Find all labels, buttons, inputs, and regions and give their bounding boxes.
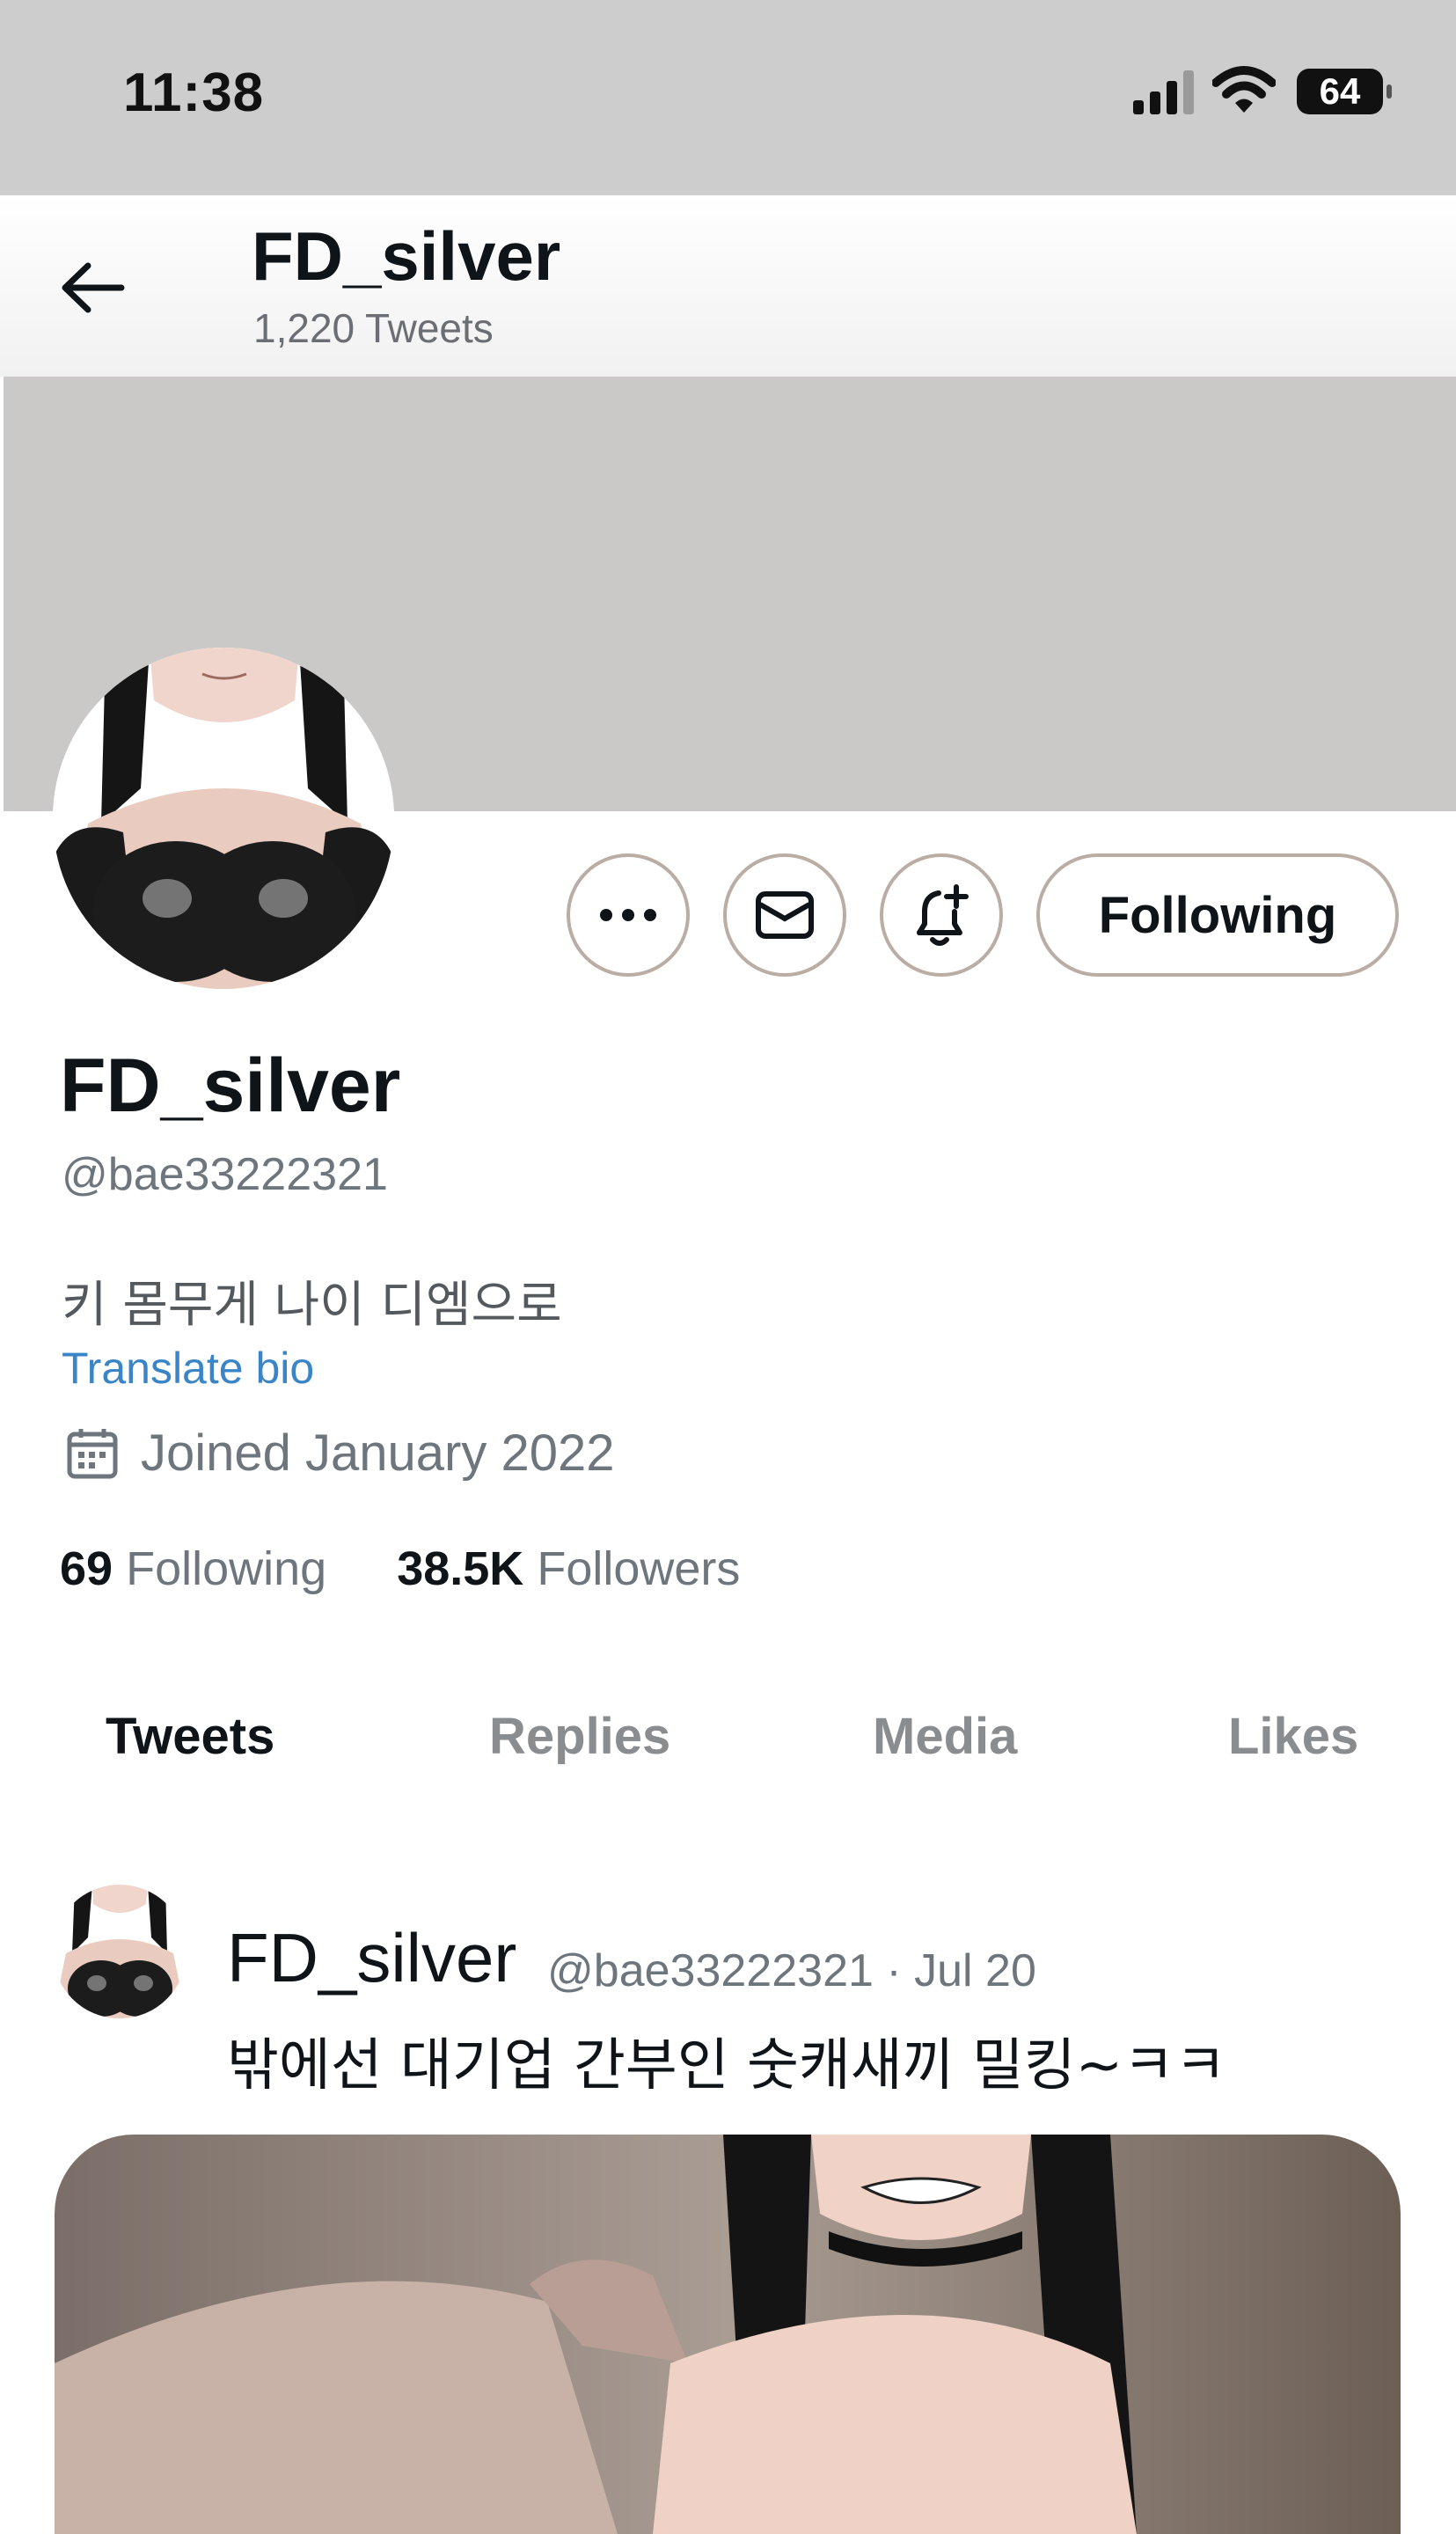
followers-label: Followers — [537, 1542, 741, 1595]
following-label: Following — [126, 1542, 327, 1595]
tab-likes[interactable]: Likes — [1228, 1707, 1358, 1766]
arrow-left-icon[interactable] — [55, 257, 130, 319]
signal-icon — [1133, 70, 1194, 114]
translate-bio-link[interactable]: Translate bio — [62, 1343, 314, 1394]
tweet-media-image[interactable] — [55, 2135, 1401, 2534]
tweet-author-handle: @bae33222321 — [547, 1945, 874, 1996]
calendar-icon — [67, 1429, 118, 1479]
tweet-avatar[interactable] — [53, 1885, 187, 2018]
battery-level: 64 — [1319, 70, 1361, 112]
following-count: 69 — [60, 1542, 113, 1595]
followers-count: 38.5K — [397, 1542, 524, 1595]
profile-handle: @bae33222321 — [62, 1149, 388, 1200]
avatar-illustration — [53, 648, 394, 989]
following-count-link[interactable]: 69 Following — [60, 1542, 326, 1595]
joined-date: Joined January 2022 — [141, 1424, 615, 1482]
tweet-author-name[interactable]: FD_silver — [227, 1918, 516, 1998]
tab-media[interactable]: Media — [873, 1707, 1017, 1766]
profile-name: FD_silver — [60, 1044, 401, 1128]
tab-tweets[interactable]: Tweets — [106, 1707, 274, 1766]
battery-icon: 64 — [1297, 69, 1394, 114]
notifications-button[interactable] — [880, 853, 1003, 977]
message-button[interactable] — [723, 853, 846, 977]
following-button[interactable]: Following — [1036, 853, 1399, 977]
tweet-meta: @bae33222321 · Jul 20 — [547, 1944, 1036, 1997]
followers-count-link[interactable]: 38.5K Followers — [397, 1542, 740, 1595]
tweet-date[interactable]: Jul 20 — [914, 1945, 1036, 1996]
tweet-meta-separator: · — [886, 1945, 902, 1996]
header-tweet-count: 1,220 Tweets — [253, 305, 494, 351]
tweet-media-illustration — [55, 2135, 1401, 2534]
tweet-text: 밖에선 대기업 간부인 숫캐새끼 밀킹~ㅋㅋ — [227, 2033, 1226, 2098]
more-button[interactable] — [567, 853, 690, 977]
tweet-avatar-illustration — [53, 1885, 187, 2018]
tab-replies[interactable]: Replies — [489, 1707, 670, 1766]
profile-bio: 키 몸무게 나이 디엠으로 — [62, 1277, 562, 1334]
mail-icon — [756, 891, 814, 939]
header-title: FD_silver — [252, 217, 561, 295]
follow-stats: 69 Following 38.5K Followers — [60, 1542, 740, 1596]
bell-plus-icon — [917, 884, 969, 946]
profile-avatar[interactable] — [53, 648, 394, 989]
status-bar: 11:38 64 — [0, 0, 1456, 195]
status-time: 11:38 — [123, 62, 265, 123]
more-icon — [600, 909, 656, 921]
profile-header-bar: FD_silver 1,220 Tweets — [0, 195, 1456, 377]
wifi-icon — [1212, 66, 1276, 113]
